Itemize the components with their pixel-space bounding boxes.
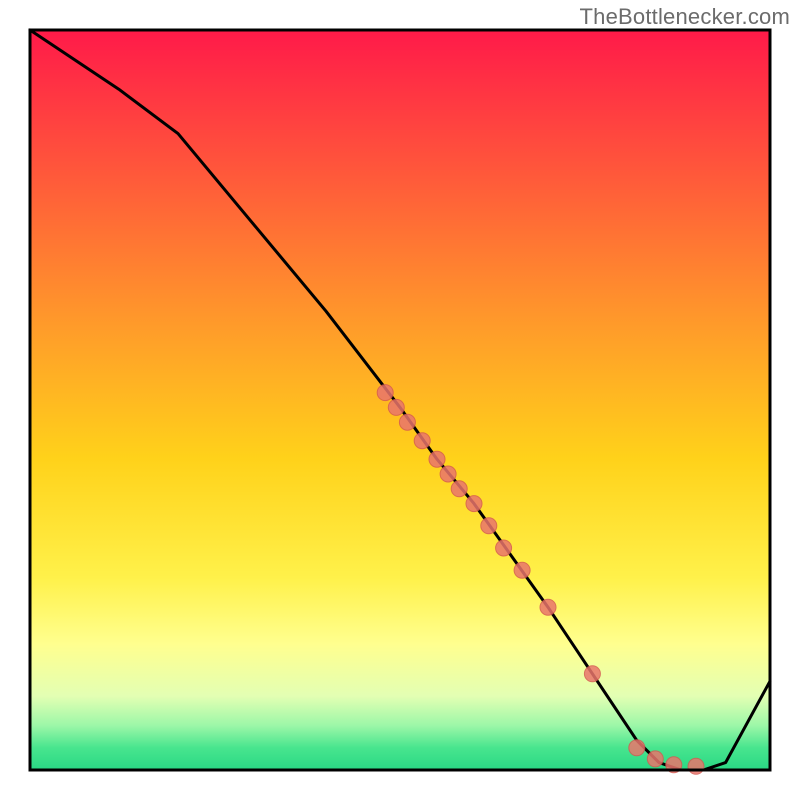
sample-point <box>388 399 404 415</box>
sample-point <box>688 758 704 774</box>
sample-point <box>429 451 445 467</box>
bottleneck-chart <box>0 0 800 800</box>
sample-point <box>540 599 556 615</box>
sample-point <box>451 481 467 497</box>
sample-point <box>647 751 663 767</box>
chart-container: { "watermark": "TheBottlenecker.com", "c… <box>0 0 800 800</box>
sample-point <box>466 496 482 512</box>
sample-point <box>440 466 456 482</box>
watermark-text: TheBottlenecker.com <box>580 4 790 30</box>
sample-point <box>629 740 645 756</box>
sample-point <box>514 562 530 578</box>
sample-point <box>399 414 415 430</box>
sample-point <box>414 433 430 449</box>
sample-point <box>377 385 393 401</box>
sample-point <box>496 540 512 556</box>
sample-point <box>584 666 600 682</box>
sample-point <box>481 518 497 534</box>
